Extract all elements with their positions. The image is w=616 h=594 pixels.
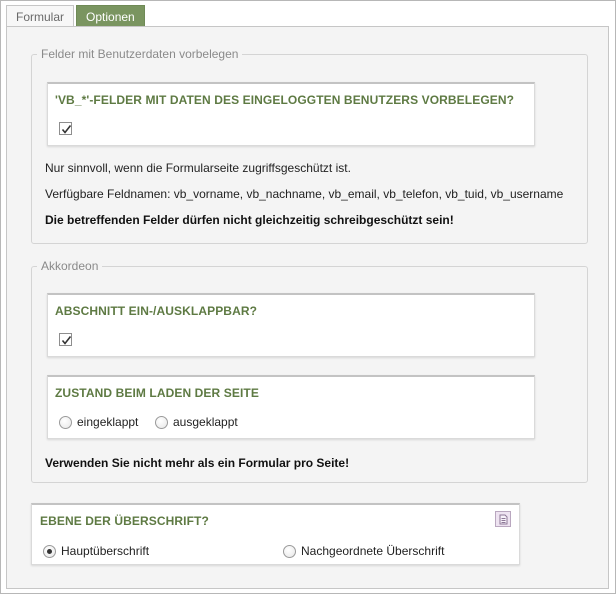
checkmark-icon	[61, 336, 72, 345]
prefill-userdata-title: 'VB_*'-FELDER MIT DATEN DES EINGELOGGTEN…	[55, 93, 515, 107]
checkmark-icon	[61, 125, 72, 134]
prefill-note-protected: Nur sinnvoll, wenn die Formularseite zug…	[45, 161, 351, 175]
form-editor-window: Formular Optionen Felder mit Benutzerdat…	[0, 0, 616, 594]
prefill-note-fieldnames: Verfügbare Feldnamen: vb_vorname, vb_nac…	[45, 187, 564, 201]
radio-collapsed-label: eingeklappt	[77, 415, 139, 429]
prefill-userdata-checkbox[interactable]	[59, 122, 72, 135]
radio-main-heading-label: Hauptüberschrift	[61, 544, 150, 558]
document-lines-icon	[499, 514, 508, 525]
options-panel: Felder mit Benutzerdaten vorbelegen 'VB_…	[6, 26, 609, 589]
document-icon[interactable]	[495, 511, 511, 527]
radio-expanded[interactable]	[155, 415, 168, 429]
radio-option-sub-heading[interactable]: Nachgeordnete Überschrift	[283, 544, 444, 558]
radio-collapsed[interactable]	[59, 415, 72, 429]
tab-optionen[interactable]: Optionen	[76, 5, 145, 27]
accordion-warning: Verwenden Sie nicht mehr als ein Formula…	[45, 456, 350, 470]
load-state-field: ZUSTAND BEIM LADEN DER SEITE eingeklappt…	[47, 375, 535, 439]
load-state-title: ZUSTAND BEIM LADEN DER SEITE	[55, 386, 259, 400]
accordion-legend: Akkordeon	[41, 259, 99, 273]
radio-option-collapsed[interactable]: eingeklappt	[59, 415, 138, 429]
radio-expanded-label: ausgeklappt	[173, 415, 238, 429]
tab-bar: Formular Optionen	[6, 5, 147, 27]
tab-formular[interactable]: Formular	[6, 5, 75, 27]
userdata-legend: Felder mit Benutzerdaten vorbelegen	[41, 47, 239, 61]
collapsible-field: ABSCHNITT EIN-/AUSKLAPPBAR?	[47, 293, 535, 357]
radio-main-heading[interactable]	[43, 544, 56, 558]
radio-sub-heading-label: Nachgeordnete Überschrift	[301, 544, 445, 558]
heading-level-field: EBENE DER ÜBERSCHRIFT? Hauptüberschrift …	[31, 503, 520, 565]
prefill-warning: Die betreffenden Felder dürfen nicht gle…	[45, 213, 454, 227]
radio-option-expanded[interactable]: ausgeklappt	[155, 415, 238, 429]
radio-option-main-heading[interactable]: Hauptüberschrift	[43, 544, 149, 558]
heading-level-title: EBENE DER ÜBERSCHRIFT?	[40, 514, 209, 528]
prefill-userdata-field: 'VB_*'-FELDER MIT DATEN DES EINGELOGGTEN…	[47, 82, 535, 146]
collapsible-title: ABSCHNITT EIN-/AUSKLAPPBAR?	[55, 304, 258, 318]
radio-sub-heading[interactable]	[283, 544, 296, 558]
collapsible-checkbox[interactable]	[59, 333, 72, 346]
